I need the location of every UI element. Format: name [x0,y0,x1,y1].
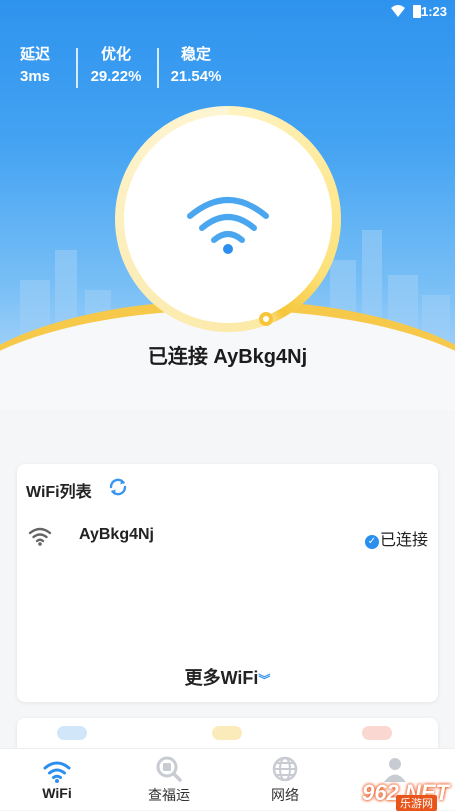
feature-item[interactable] [57,726,87,740]
stat-latency: 延迟 3ms [14,44,56,88]
wifi-status-label: 已连接 [379,532,428,549]
refresh-icon[interactable] [107,476,129,498]
stat-value: 29.22% [90,68,142,85]
more-wifi-label: 更多WiFi [184,668,259,688]
stat-value: 21.54% [170,68,222,85]
stat-value: 3ms [19,68,51,85]
stat-stability: 稳定 21.54% [166,44,226,88]
status-bar: 11:23 [0,0,455,24]
tab-fortune[interactable]: 查福运 [129,749,209,805]
status-time: 11:23 [414,4,447,19]
wifi-tab-icon [43,761,71,783]
connection-status: 已连接 AyBkg4Nj [147,346,308,368]
feature-item[interactable] [212,726,242,740]
wifi-list-title: WiFi列表 [26,484,92,501]
magnifier-tab-icon [156,756,182,782]
check-icon: ✓ [364,535,379,549]
wifi-signal-icon [28,527,52,546]
stat-label: 稳定 [180,46,211,63]
tab-label: 查福运 [148,787,190,803]
wifi-list-card: WiFi列表 AyBkg4Nj ✓ 已连接 更多WiFi︾ [17,464,438,702]
tab-network[interactable]: 网络 [245,749,325,805]
feature-item[interactable] [362,726,392,740]
stat-label: 优化 [100,46,131,63]
wifi-list-item[interactable]: AyBkg4Nj ✓ 已连接 [17,520,438,556]
tab-label: 网络 [271,787,299,803]
tab-wifi[interactable]: WiFi [17,749,97,801]
more-wifi-button[interactable]: 更多WiFi︾ [17,664,438,690]
ring-indicator-dot [259,312,273,326]
wifi-name: AyBkg4Nj [79,526,154,543]
globe-tab-icon [272,756,298,782]
connect-ring-button[interactable] [115,106,341,332]
wifi-icon [187,197,269,254]
profile-tab-icon [384,758,406,782]
tab-more[interactable] [355,749,435,783]
tab-label: WiFi [42,785,72,801]
chevron-down-icon: ︾ [258,673,271,687]
stat-divider [76,48,78,88]
stat-label: 延迟 [19,46,50,63]
status-wifi-icon [391,5,405,20]
wifi-status: ✓ 已连接 [364,526,428,550]
bottom-tab-bar: WiFi 查福运 网络 962.NET 乐游网 [0,748,455,811]
stat-divider [157,48,159,88]
stat-optimize: 优化 29.22% [86,44,146,88]
